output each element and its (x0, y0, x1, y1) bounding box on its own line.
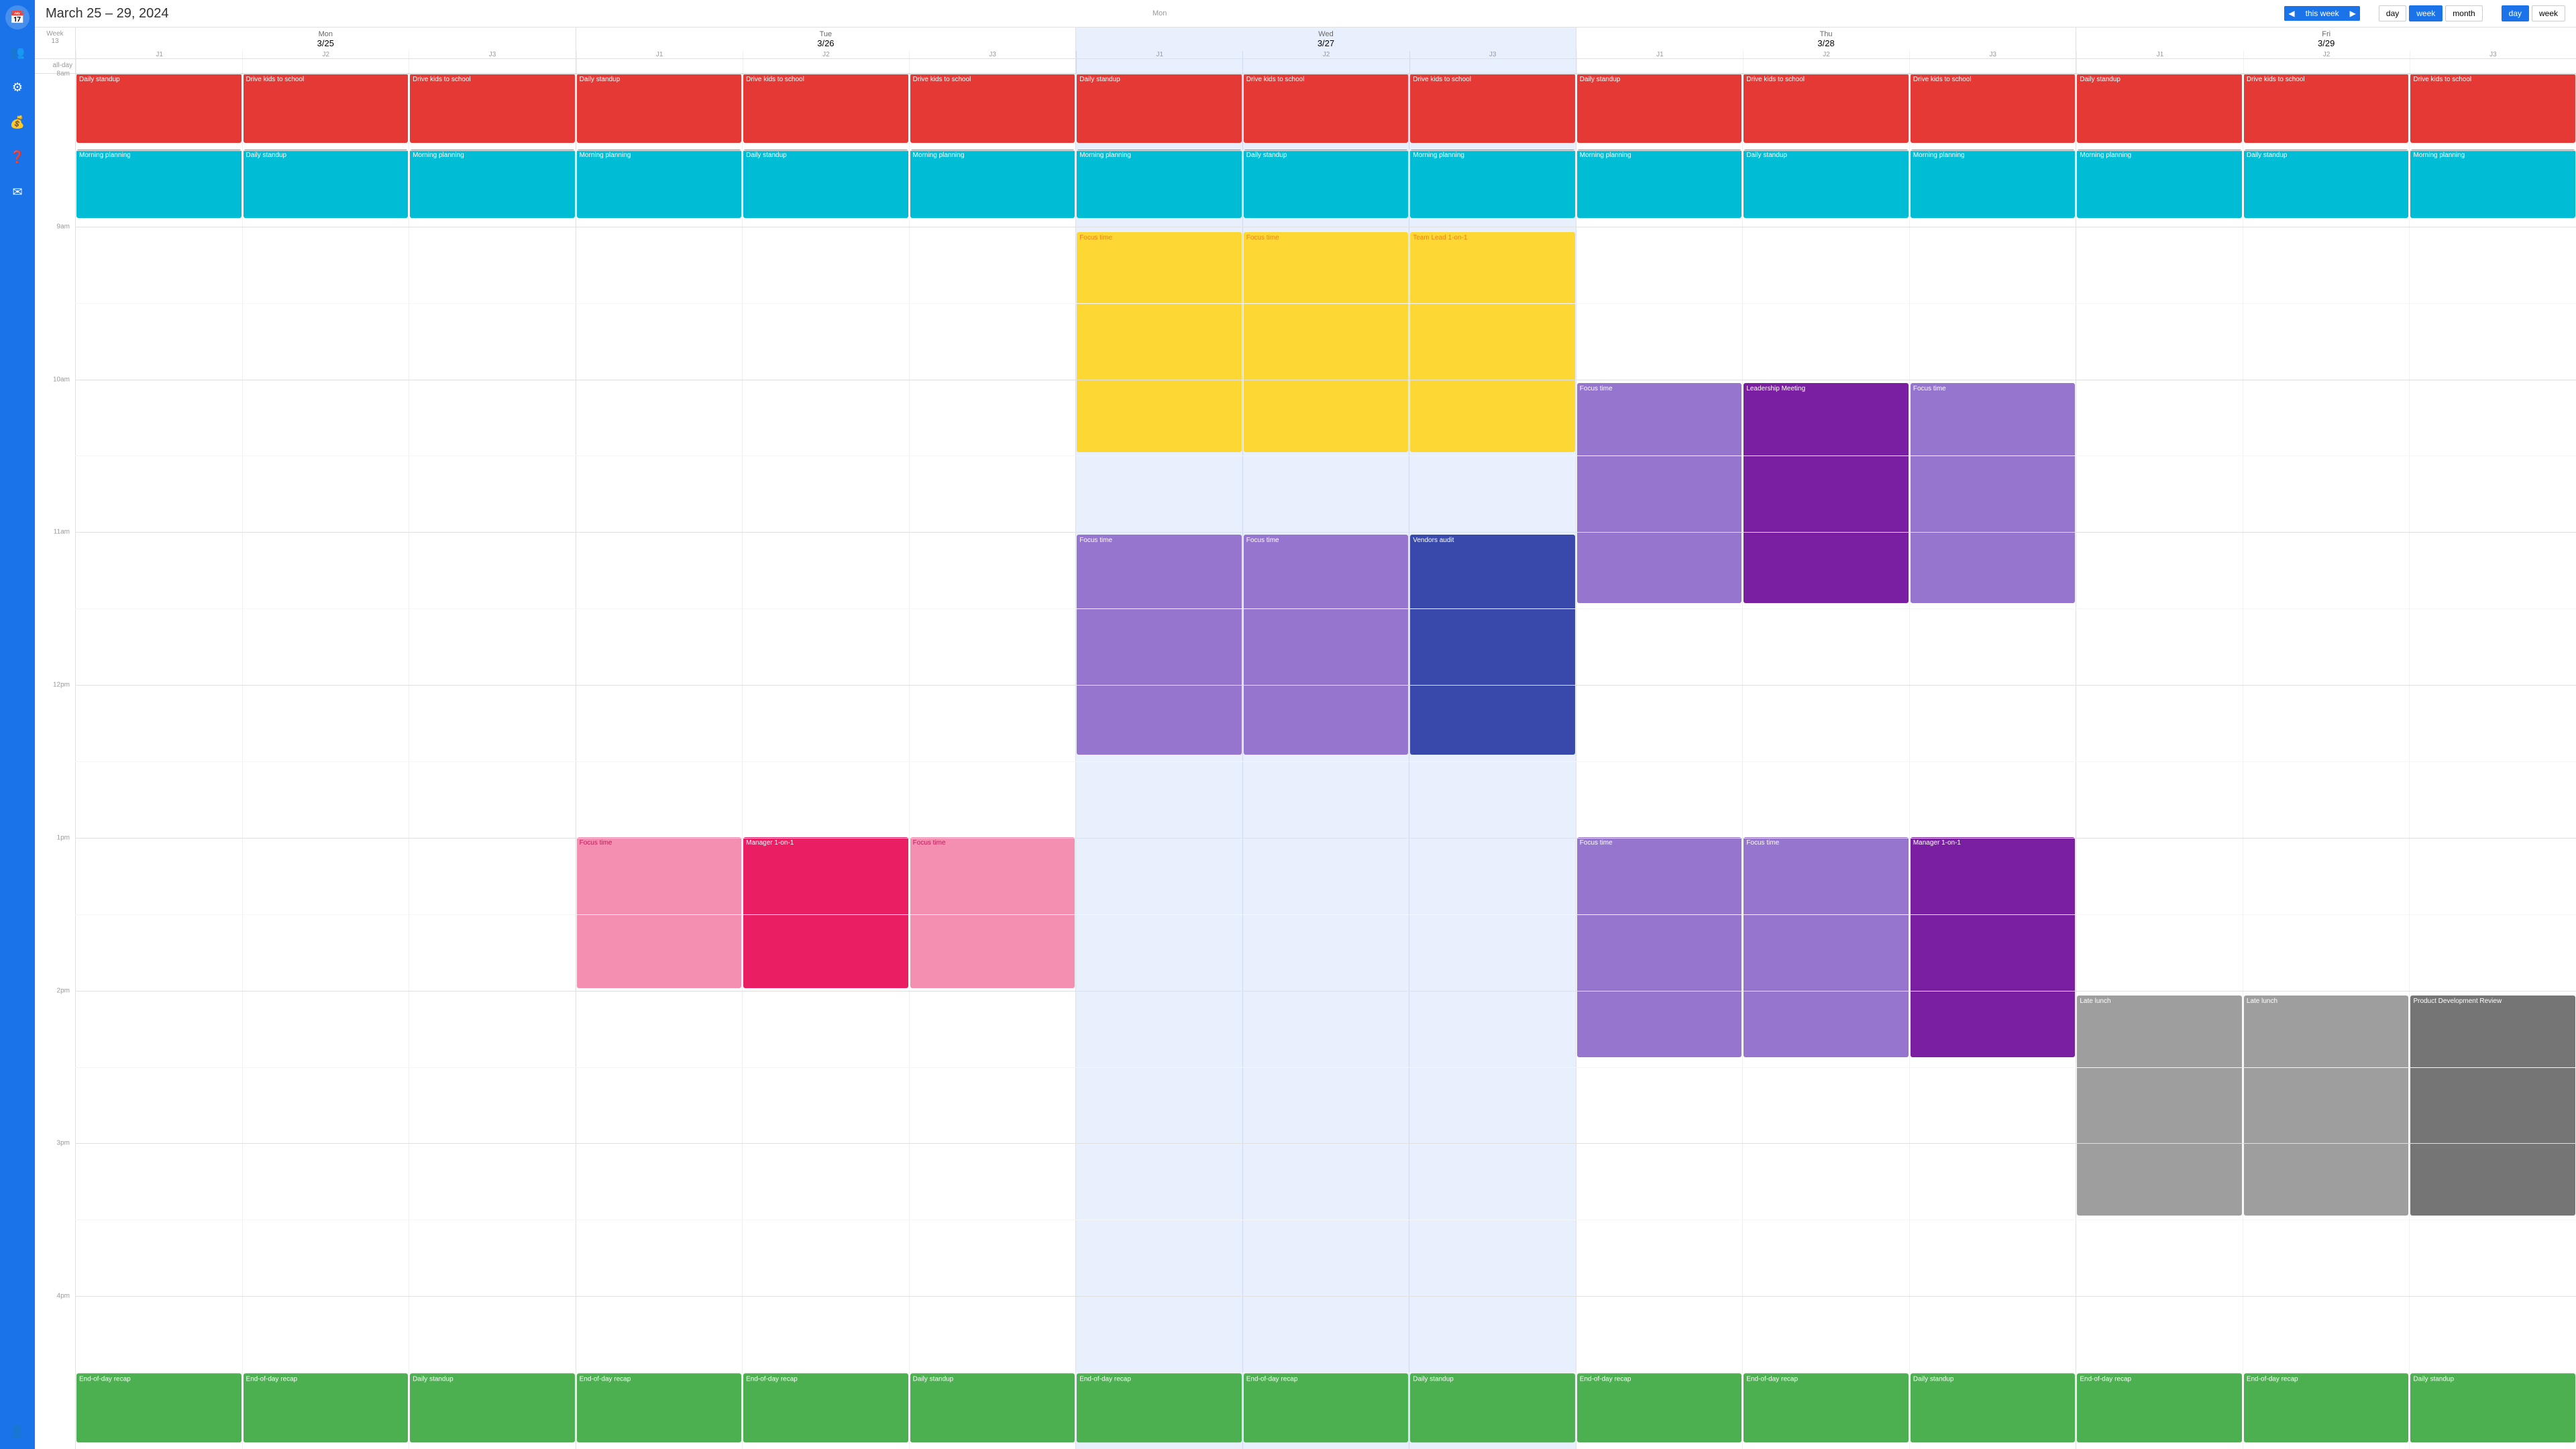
event-fri-j1-lunch[interactable]: Late lunch (2077, 996, 2242, 1216)
event-wed-j3-teamlead[interactable]: Team Lead 1-on-1 (1410, 232, 1575, 452)
sidebar: 📅 👥 ⚙ 💰 ❓ ✉ 👤 (0, 0, 35, 1449)
event-tue-j3-focus[interactable]: Focus time (910, 837, 1075, 989)
calendar-grid: Week13 Mon 3/25 J1 J2 J3 Tue 3/26 (35, 28, 2576, 1449)
event-mon-j1-recap[interactable]: End-of-day recap (76, 1373, 241, 1442)
event-wed-j3-standup[interactable]: Daily standup (1410, 1373, 1575, 1442)
event-wed-j2-focus-purple[interactable]: Focus time (1244, 535, 1409, 755)
view-controls: day week month (2379, 5, 2483, 21)
event-fri-j1-mplan[interactable]: Morning planning (2077, 150, 2242, 219)
event-mon-j3-mplan[interactable]: Morning planning (410, 150, 575, 219)
event-wed-j3-vendors[interactable]: Vendors audit (1410, 535, 1575, 755)
event-mon-j2-drive[interactable]: Drive kids to school (244, 74, 409, 143)
view2-day-button[interactable]: day (2502, 5, 2529, 21)
event-tue-j1-standup[interactable]: Daily standup (577, 74, 742, 143)
mail-icon[interactable]: ✉ (5, 180, 30, 204)
event-thu-j3-drive[interactable]: Drive kids to school (1911, 74, 2076, 143)
event-fri-j2-standup[interactable]: Daily standup (2244, 150, 2409, 219)
event-fri-j2-drive[interactable]: Drive kids to school (2244, 74, 2409, 143)
money-icon[interactable]: 💰 (5, 110, 30, 134)
event-tue-j2-standup[interactable]: Daily standup (743, 150, 908, 219)
event-thu-j3-standup[interactable]: Daily standup (1911, 1373, 2076, 1442)
header-tue: Tue 3/26 J1 J2 J3 (576, 28, 1076, 58)
help-icon[interactable]: ❓ (5, 145, 30, 169)
calendar-icon[interactable]: 📅 (5, 5, 30, 30)
event-fri-j3-product[interactable]: Product Development Review (2410, 996, 2575, 1216)
event-wed-j2-focus-yellow[interactable]: Focus time (1244, 232, 1409, 452)
event-wed-j1-focus-purple[interactable]: Focus time (1077, 535, 1242, 755)
event-mon-j3-drive[interactable]: Drive kids to school (410, 74, 575, 143)
event-mon-j2-standup[interactable]: Daily standup (244, 150, 409, 219)
event-fri-j3-standup[interactable]: Daily standup (2410, 1373, 2575, 1442)
view2-week-button[interactable]: week (2532, 5, 2565, 21)
next-week-button[interactable]: ▶ (2346, 6, 2360, 21)
view-month-button[interactable]: month (2445, 5, 2482, 21)
event-tue-j1-focus[interactable]: Focus time (577, 837, 742, 989)
event-wed-j2-standup[interactable]: Daily standup (1244, 150, 1409, 219)
event-wed-j1-standup[interactable]: Daily standup (1077, 74, 1242, 143)
event-mon-j3-standup[interactable]: Daily standup (410, 1373, 575, 1442)
calendar-header: March 25 – 29, 2024 Mon ◀ this week ▶ da… (35, 0, 2576, 28)
event-wed-j1-mplan[interactable]: Morning planning (1077, 150, 1242, 219)
event-thu-j2-leadership[interactable]: Leadership Meeting (1743, 383, 1909, 603)
header-mon: Mon 3/25 J1 J2 J3 (75, 28, 576, 58)
people-icon[interactable]: 👥 (5, 40, 30, 64)
event-thu-j3-mplan[interactable]: Morning planning (1911, 150, 2076, 219)
header-thu: Thu 3/28 J1 J2 J3 (1576, 28, 2076, 58)
header-fri: Fri 3/29 J1 J2 J3 (2076, 28, 2576, 58)
this-week-label: this week (2299, 6, 2346, 21)
event-thu-j2-drive[interactable]: Drive kids to school (1743, 74, 1909, 143)
event-thu-j1-standup[interactable]: Daily standup (1577, 74, 1742, 143)
event-mon-j1-mplan[interactable]: Morning planning (76, 150, 241, 219)
event-wed-j1-focus-yellow[interactable]: Focus time (1077, 232, 1242, 452)
event-thu-j1-focus-10[interactable]: Focus time (1577, 383, 1742, 603)
event-fri-j1-standup[interactable]: Daily standup (2077, 74, 2242, 143)
event-wed-j2-drive[interactable]: Drive kids to school (1244, 74, 1409, 143)
event-fri-j3-drive[interactable]: Drive kids to school (2410, 74, 2575, 143)
prev-week-button[interactable]: ◀ (2284, 6, 2298, 21)
event-thu-j2-recap[interactable]: End-of-day recap (1743, 1373, 1909, 1442)
view-day-button[interactable]: day (2379, 5, 2406, 21)
event-fri-j2-lunch[interactable]: Late lunch (2244, 996, 2409, 1216)
event-thu-j1-recap[interactable]: End-of-day recap (1577, 1373, 1742, 1442)
event-fri-j2-recap[interactable]: End-of-day recap (2244, 1373, 2409, 1442)
event-tue-j1-recap[interactable]: End-of-day recap (577, 1373, 742, 1442)
main-content: March 25 – 29, 2024 Mon ◀ this week ▶ da… (35, 0, 2576, 1449)
event-thu-j2-focus-1[interactable]: Focus time (1743, 837, 1909, 1057)
user-avatar[interactable]: 👤 (5, 1419, 30, 1444)
event-tue-j1-mplan[interactable]: Morning planning (577, 150, 742, 219)
event-mon-j2-recap[interactable]: End-of-day recap (244, 1373, 409, 1442)
settings-icon[interactable]: ⚙ (5, 75, 30, 99)
view-controls-2: day week (2502, 5, 2565, 21)
event-thu-j3-manager[interactable]: Manager 1-on-1 (1911, 837, 2076, 1057)
event-wed-j3-mplan[interactable]: Morning planning (1410, 150, 1575, 219)
view-week-button[interactable]: week (2409, 5, 2443, 21)
event-thu-j1-mplan[interactable]: Morning planning (1577, 150, 1742, 219)
event-thu-j3-focus-10[interactable]: Focus time (1911, 383, 2076, 603)
event-tue-j2-recap[interactable]: End-of-day recap (743, 1373, 908, 1442)
event-fri-j3-mplan[interactable]: Morning planning (2410, 150, 2575, 219)
event-wed-j2-recap[interactable]: End-of-day recap (1244, 1373, 1409, 1442)
event-tue-j3-drive[interactable]: Drive kids to school (910, 74, 1075, 143)
event-wed-j3-drive[interactable]: Drive kids to school (1410, 74, 1575, 143)
week-label: Mon (1152, 9, 1167, 17)
event-tue-j2-manager[interactable]: Manager 1-on-1 (743, 837, 908, 989)
week-nav-container: ◀ this week ▶ (2284, 6, 2360, 21)
event-wed-j1-recap[interactable]: End-of-day recap (1077, 1373, 1242, 1442)
event-tue-j2-drive[interactable]: Drive kids to school (743, 74, 908, 143)
event-thu-j2-standup[interactable]: Daily standup (1743, 150, 1909, 219)
event-mon-j1-standup[interactable]: Daily standup (76, 74, 241, 143)
event-thu-j1-focus-1[interactable]: Focus time (1577, 837, 1742, 1057)
header-wed: Wed 3/27 J1 J2 J3 (1075, 28, 1576, 58)
event-tue-j3-mplan[interactable]: Morning planning (910, 150, 1075, 219)
page-title: March 25 – 29, 2024 (46, 6, 1142, 21)
event-fri-j1-recap[interactable]: End-of-day recap (2077, 1373, 2242, 1442)
event-tue-j3-standup[interactable]: Daily standup (910, 1373, 1075, 1442)
